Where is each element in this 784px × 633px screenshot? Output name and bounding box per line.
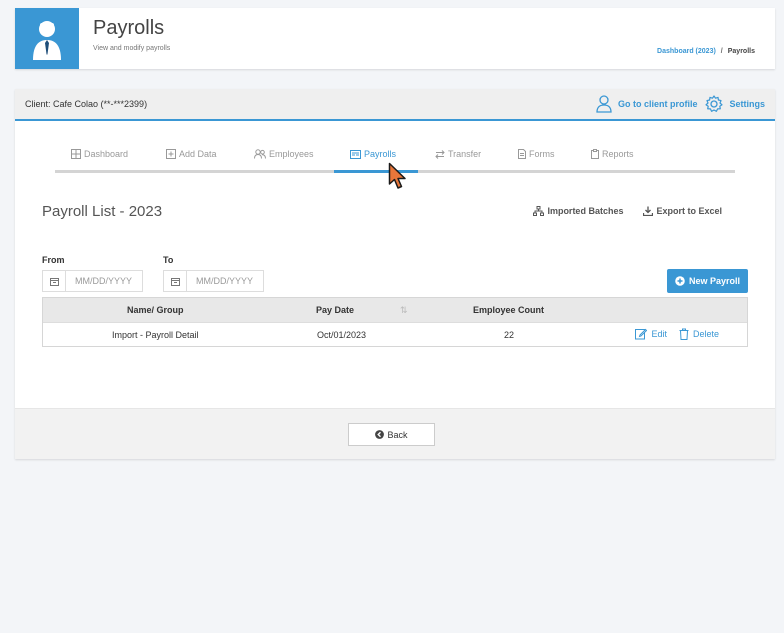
row-employee-count: 22 [504,330,515,340]
delete-label: Delete [692,329,719,339]
sort-icon[interactable]: ⇅ [400,305,408,316]
plus-square-icon [166,149,176,159]
exchange-icon [435,149,445,159]
imported-batches-label: Imported Batches [547,206,624,216]
calendar-icon[interactable] [164,271,187,291]
column-header-employee-count[interactable]: Employee Count [473,305,544,315]
clipboard-icon [591,149,599,159]
client-bar: Client: Cafe Colao (**-***2399) Go to cl… [15,89,775,121]
settings-label: Settings [729,99,765,109]
payroll-table: Name/ Group Pay Date ⇅ Employee Count Im… [42,297,748,347]
arrow-left-circle-icon [375,430,385,439]
back-button[interactable]: Back [348,423,435,446]
tab-label: Employees [269,149,314,159]
tab-label: Payrolls [364,149,397,159]
tab-label: Transfer [448,149,482,159]
list-actions: Imported Batches Export to Excel [533,206,722,216]
plus-circle-icon [675,276,685,286]
table-header: Name/ Group Pay Date ⇅ Employee Count [43,298,747,322]
user-outline-icon [596,95,612,113]
client-profile-link[interactable]: Go to client profile [596,95,698,113]
export-excel-link[interactable]: Export to Excel [643,206,722,216]
breadcrumb: Dashboard (2023) / Payrolls [657,48,755,55]
mouse-cursor-icon [388,162,410,197]
breadcrumb-current: Payrolls [727,48,755,55]
to-date-field[interactable] [163,270,264,292]
client-profile-label: Go to client profile [617,99,698,109]
tab-label: Add Data [179,149,217,159]
page-title: Payrolls [93,17,165,39]
edit-label: Edit [651,329,667,339]
client-label: Client: Cafe Colao (**-***2399) [25,99,148,109]
payroll-list-title: Payroll List - 2023 [42,203,163,220]
tab-transfer[interactable]: Transfer [435,149,481,159]
from-date-input[interactable] [66,271,142,291]
tab-add-data[interactable]: Add Data [166,149,217,159]
calendar-icon[interactable] [43,271,66,291]
users-icon [254,149,266,159]
column-header-pay-date[interactable]: Pay Date [316,305,354,315]
row-pay-date: Oct/01/2023 [317,330,367,340]
grid-icon [71,149,81,159]
page-subtitle: View and modify payrolls [93,45,171,52]
main-panel: Client: Cafe Colao (**-***2399) Go to cl… [15,89,775,459]
tab-reports[interactable]: Reports [591,149,634,159]
tab-employees[interactable]: Employees [254,149,314,159]
row-actions: Edit Delete [635,328,719,340]
tab-label: Reports [602,149,634,159]
from-label: From [42,255,65,265]
to-date-input[interactable] [187,271,263,291]
table-row: Import - Payroll Detail Oct/01/2023 22 E… [43,322,747,346]
download-icon [643,206,654,216]
new-payroll-button[interactable]: New Payroll [667,269,748,293]
column-header-name[interactable]: Name/ Group [127,305,184,315]
export-excel-label: Export to Excel [656,206,722,216]
tab-dashboard[interactable]: Dashboard [71,149,128,159]
panel-footer: Back [15,408,775,459]
breadcrumb-separator: / [720,48,723,55]
imported-batches-link[interactable]: Imported Batches [533,206,623,216]
delete-button[interactable]: Delete [679,328,719,340]
sitemap-icon [533,206,545,216]
tab-forms[interactable]: Forms [518,149,555,159]
gear-icon [705,95,724,112]
tab-label: Dashboard [84,149,129,159]
tab-payrolls[interactable]: Payrolls [350,149,396,159]
row-name: Import - Payroll Detail [112,330,199,340]
back-label: Back [387,429,408,440]
from-date-field[interactable] [42,270,143,292]
edit-button[interactable]: Edit [635,328,667,340]
settings-link[interactable]: Settings [705,95,765,113]
new-payroll-label: New Payroll [688,276,741,286]
breadcrumb-dashboard-link[interactable]: Dashboard (2023) [657,48,716,55]
tab-label: Forms [529,149,555,159]
payroll-card-icon [350,149,361,159]
page-header: Payrolls View and modify payrolls Dashbo… [15,8,775,69]
document-icon [518,149,526,159]
trash-icon [679,328,689,340]
to-label: To [163,255,174,265]
user-tie-icon [15,8,79,69]
edit-icon [635,328,648,340]
